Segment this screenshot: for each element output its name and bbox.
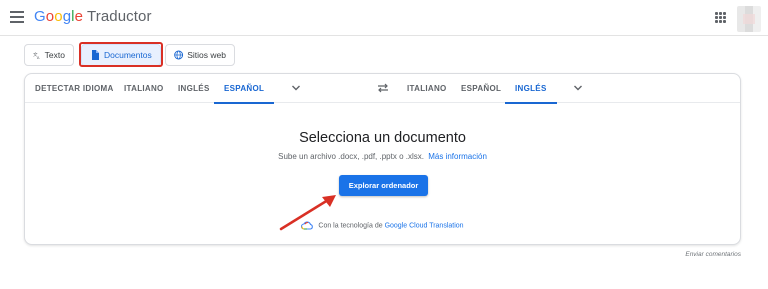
logo-letter: o bbox=[45, 8, 55, 25]
source-more-chevron-down-icon[interactable] bbox=[291, 83, 301, 93]
globe-icon bbox=[174, 50, 184, 60]
target-lang-italiano[interactable]: ITALIANO bbox=[407, 74, 447, 103]
logo-letter: g bbox=[62, 8, 72, 25]
browse-computer-button[interactable]: Explorar ordenador bbox=[339, 175, 428, 196]
product-name: Traductor bbox=[87, 8, 152, 25]
menu-icon[interactable] bbox=[10, 11, 24, 23]
upload-subtitle: Sube un archivo .docx, .pdf, .pptx o .xl… bbox=[25, 152, 740, 161]
logo-letter: o bbox=[54, 8, 63, 25]
send-feedback-link[interactable]: Enviar comentarios bbox=[685, 251, 741, 258]
mode-texto-button[interactable]: 文 A Texto bbox=[24, 44, 74, 66]
document-translation-card: DETECTAR IDIOMA ITALIANO INGLÉS ESPAÑOL … bbox=[24, 73, 741, 245]
more-info-link[interactable]: Más información bbox=[428, 152, 487, 161]
powered-by: Con la tecnología de Google Cloud Transl… bbox=[25, 221, 740, 230]
source-lang-detect[interactable]: DETECTAR IDIOMA bbox=[35, 74, 114, 103]
logo-letter: G bbox=[34, 8, 46, 25]
mode-label: Sitios web bbox=[187, 50, 226, 60]
swap-languages-icon[interactable] bbox=[377, 83, 389, 93]
top-bar: Google Traductor bbox=[0, 0, 768, 36]
source-lang-ingles[interactable]: INGLÉS bbox=[178, 74, 210, 103]
upload-title: Selecciona un documento bbox=[299, 130, 466, 146]
target-more-chevron-down-icon[interactable] bbox=[573, 83, 583, 93]
language-bar: DETECTAR IDIOMA ITALIANO INGLÉS ESPAÑOL … bbox=[25, 74, 740, 104]
source-lang-espanol[interactable]: ESPAÑOL bbox=[213, 74, 275, 104]
annotation-arrow-icon bbox=[279, 195, 336, 231]
target-lang-espanol[interactable]: ESPAÑOL bbox=[461, 74, 501, 103]
mode-sitios-web-button[interactable]: Sitios web bbox=[165, 44, 235, 66]
mode-label: Texto bbox=[44, 50, 65, 60]
apps-grid-icon[interactable] bbox=[715, 12, 726, 23]
cloud-translation-link[interactable]: Google Cloud Translation bbox=[385, 222, 464, 229]
app-logo[interactable]: Google Traductor bbox=[34, 8, 152, 25]
logo-letter: e bbox=[74, 8, 84, 25]
source-lang-italiano[interactable]: ITALIANO bbox=[124, 74, 164, 103]
annotation-highlight-box bbox=[79, 42, 163, 67]
svg-text:A: A bbox=[37, 55, 40, 60]
upload-subtitle-text: Sube un archivo .docx, .pdf, .pptx o .xl… bbox=[278, 152, 424, 161]
translate-icon: 文 A bbox=[33, 51, 40, 60]
target-lang-ingles[interactable]: INGLÉS bbox=[505, 74, 557, 104]
avatar[interactable] bbox=[737, 6, 761, 32]
